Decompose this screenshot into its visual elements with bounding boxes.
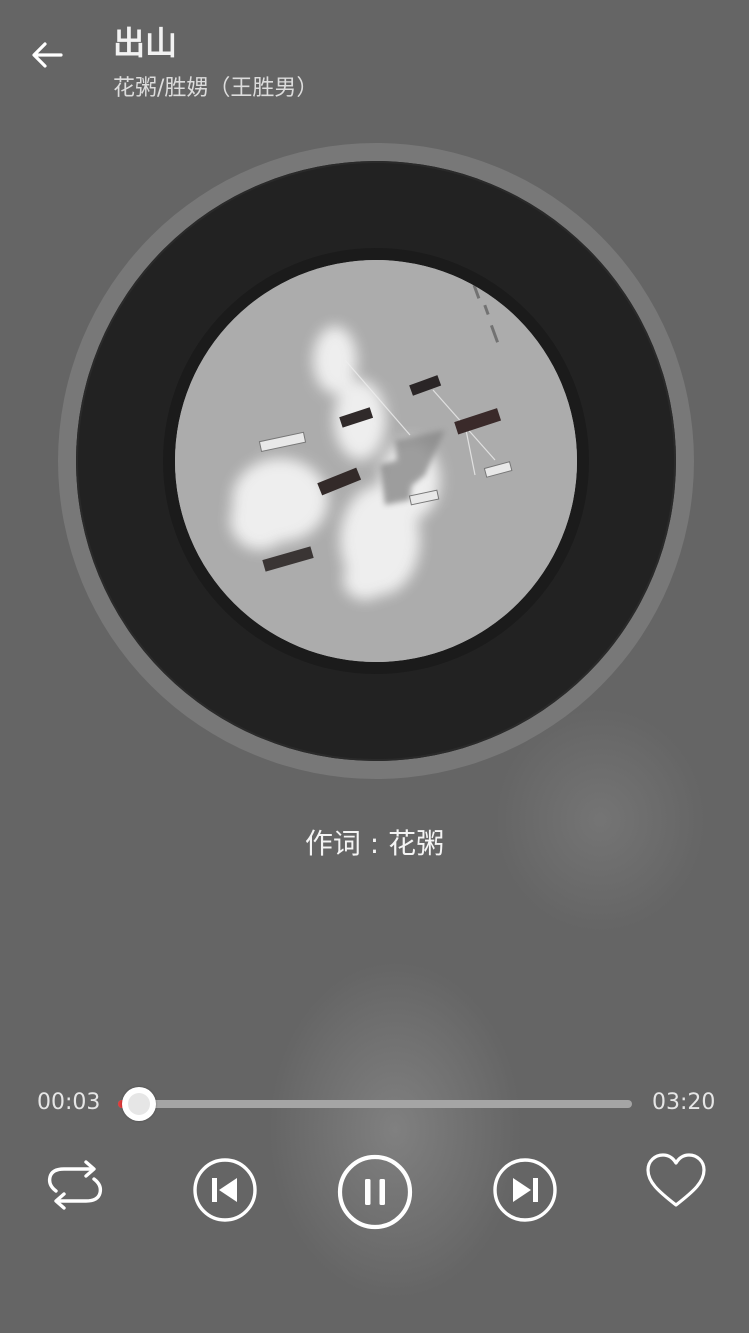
song-artist: 花粥/胜娚（王胜男） bbox=[113, 76, 319, 101]
arrow-left-icon bbox=[32, 42, 63, 68]
repeat-button[interactable] bbox=[40, 1152, 110, 1218]
skip-next-icon bbox=[493, 1158, 557, 1222]
pause-icon bbox=[337, 1154, 413, 1230]
album-cover bbox=[175, 260, 577, 662]
heart-outline-icon bbox=[646, 1153, 706, 1207]
next-button[interactable] bbox=[491, 1156, 559, 1224]
current-time: 00:03 bbox=[37, 1090, 101, 1115]
progress-track bbox=[118, 1100, 632, 1108]
progress-bar[interactable] bbox=[118, 1087, 632, 1121]
skip-previous-icon bbox=[193, 1158, 257, 1222]
favorite-button[interactable] bbox=[643, 1150, 709, 1212]
album-art-image bbox=[175, 260, 577, 662]
current-lyric-line: 作词 : 花粥 bbox=[304, 827, 445, 860]
play-pause-button[interactable] bbox=[335, 1152, 415, 1232]
header: 出山 花粥/胜娚（王胜男） bbox=[0, 0, 749, 110]
previous-button[interactable] bbox=[191, 1156, 259, 1224]
progress-thumb[interactable] bbox=[121, 1087, 156, 1121]
repeat-icon bbox=[47, 1160, 103, 1210]
total-time: 03:20 bbox=[652, 1090, 716, 1115]
song-title: 出山 bbox=[113, 24, 178, 62]
back-button[interactable] bbox=[22, 30, 72, 80]
vinyl-disc[interactable] bbox=[58, 143, 694, 779]
